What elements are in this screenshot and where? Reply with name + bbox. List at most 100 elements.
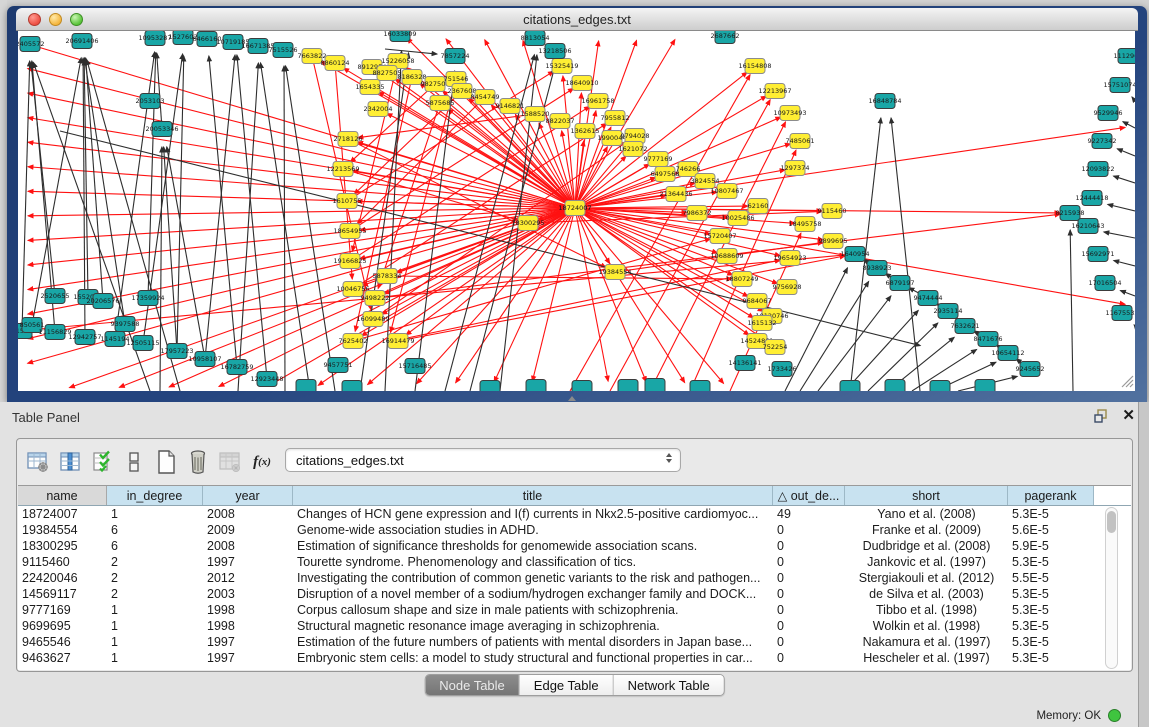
window-titlebar[interactable]: citations_edges.txt [16, 8, 1138, 31]
graph-edge-selected[interactable] [28, 208, 575, 265]
column-header-out_de[interactable]: △ out_de... [773, 486, 845, 505]
graph-node[interactable] [296, 380, 316, 392]
cell-pagerank[interactable]: 5.3E-5 [1008, 506, 1094, 522]
table-row[interactable]: 1872400712008Changes of HCN gene express… [18, 506, 1131, 522]
network-canvas[interactable]: 1872400776638228860124891295415226058882… [18, 31, 1135, 391]
graph-node[interactable] [572, 381, 592, 392]
cell-pagerank[interactable]: 5.6E-5 [1008, 522, 1094, 538]
graph-edge[interactable] [286, 66, 335, 391]
graph-edge[interactable] [1120, 291, 1135, 296]
cell-out_de[interactable]: 0 [773, 570, 845, 586]
column-header-short[interactable]: short [845, 486, 1008, 505]
graph-node[interactable] [930, 381, 950, 392]
cell-short[interactable]: Franke et al. (2009) [845, 522, 1008, 538]
cell-year[interactable]: 2008 [203, 506, 293, 522]
cell-pagerank[interactable]: 5.3E-5 [1008, 586, 1094, 602]
cell-in_degree[interactable]: 2 [107, 586, 203, 602]
cell-short[interactable]: Stergiakouli et al. (2012) [845, 570, 1008, 586]
cell-short[interactable]: Nakamura et al. (1997) [845, 634, 1008, 650]
cell-out_de[interactable]: 0 [773, 522, 845, 538]
new-table-icon[interactable] [151, 447, 181, 477]
cell-out_de[interactable]: 0 [773, 602, 845, 618]
cell-year[interactable]: 2012 [203, 570, 293, 586]
graph-edge-selected[interactable] [494, 208, 575, 382]
graph-node[interactable] [840, 381, 860, 392]
graph-edge[interactable] [157, 53, 162, 129]
splitter-handle-icon[interactable] [568, 396, 576, 401]
column-header-year[interactable]: year [203, 486, 293, 505]
graph-edge[interactable] [1114, 260, 1135, 266]
graph-edge[interactable] [800, 281, 869, 391]
graph-edge[interactable] [845, 310, 918, 391]
cell-short[interactable]: Jankovic et al. (1997) [845, 554, 1008, 570]
cell-name[interactable]: 18724007 [18, 506, 107, 522]
cell-title[interactable]: Estimation of the future numbers of pati… [293, 634, 773, 650]
function-builder-icon[interactable]: f(x) [247, 447, 277, 477]
table-row[interactable]: 1830029562008Estimation of significance … [18, 538, 1131, 554]
table-row[interactable]: 911546021997Tourette syndrome. Phenomeno… [18, 554, 1131, 570]
column-header-name[interactable]: name [18, 486, 107, 505]
graph-edge-selected[interactable] [387, 276, 732, 279]
cell-pagerank[interactable]: 5.9E-5 [1008, 538, 1094, 554]
cell-pagerank[interactable]: 5.3E-5 [1008, 554, 1094, 570]
cell-title[interactable]: Structural magnetic resonance image aver… [293, 618, 773, 634]
table-row[interactable]: 946362711997Embryonic stem cells: a mode… [18, 650, 1131, 666]
graph-edge[interactable] [1134, 325, 1135, 326]
cell-in_degree[interactable]: 1 [107, 650, 203, 666]
table-scrollbar[interactable] [1105, 507, 1118, 669]
cell-title[interactable]: Genome-wide association studies in ADHD. [293, 522, 773, 538]
cell-title[interactable]: Embryonic stem cells: a model to study s… [293, 650, 773, 666]
cell-title[interactable]: Changes of HCN gene expression and I(f) … [293, 506, 773, 522]
graph-edge[interactable] [1114, 176, 1135, 183]
column-settings-icon[interactable] [55, 447, 85, 477]
graph-edge[interactable] [1104, 232, 1135, 238]
cell-short[interactable]: Tibbo et al. (1998) [845, 602, 1008, 618]
graph-edge[interactable] [1117, 149, 1135, 156]
cell-name[interactable]: 9777169 [18, 602, 107, 618]
graph-node[interactable] [690, 381, 710, 392]
graph-edge[interactable] [22, 61, 30, 331]
cell-in_degree[interactable]: 1 [107, 634, 203, 650]
resize-grip[interactable] [1122, 376, 1133, 387]
cell-pagerank[interactable]: 5.5E-5 [1008, 570, 1094, 586]
graph-node[interactable] [975, 380, 995, 392]
cell-short[interactable]: de Silva et al. (2003) [845, 586, 1008, 602]
cell-name[interactable]: 14569117 [18, 586, 107, 602]
cell-name[interactable]: 18300295 [18, 538, 107, 554]
table-row[interactable]: 2242004622012Investigating the contribut… [18, 570, 1131, 586]
cell-name[interactable]: 22420046 [18, 570, 107, 586]
cell-year[interactable]: 1997 [203, 554, 293, 570]
graph-node[interactable] [526, 380, 546, 392]
close-panel-icon[interactable]: ✕ [1122, 406, 1135, 424]
cell-title[interactable]: Disruption of a novel member of a sodium… [293, 586, 773, 602]
graph-edge[interactable] [1070, 230, 1073, 391]
cell-year[interactable]: 1998 [203, 618, 293, 634]
cell-year[interactable]: 2008 [203, 538, 293, 554]
cell-year[interactable]: 1998 [203, 602, 293, 618]
graph-node[interactable] [342, 381, 362, 392]
cell-pagerank[interactable]: 5.3E-5 [1008, 650, 1094, 666]
tab-network-table[interactable]: Network Table [614, 675, 724, 695]
cell-name[interactable]: 9465546 [18, 634, 107, 650]
graph-node[interactable] [645, 379, 665, 392]
graph-edge[interactable] [284, 66, 285, 391]
graph-edge-selected[interactable] [28, 44, 575, 208]
cell-short[interactable]: Dudbridge et al. (2008) [845, 538, 1008, 554]
cell-in_degree[interactable]: 2 [107, 554, 203, 570]
cell-out_de[interactable]: 49 [773, 506, 845, 522]
cell-pagerank[interactable]: 5.3E-5 [1008, 634, 1094, 650]
cell-year[interactable]: 1997 [203, 634, 293, 650]
cell-title[interactable]: Estimation of significance thresholds fo… [293, 538, 773, 554]
table-row[interactable]: 1938455462009Genome-wide association stu… [18, 522, 1131, 538]
cell-out_de[interactable]: 0 [773, 538, 845, 554]
cell-in_degree[interactable]: 1 [107, 602, 203, 618]
cell-out_de[interactable]: 0 [773, 634, 845, 650]
cell-name[interactable]: 9463627 [18, 650, 107, 666]
cell-short[interactable]: Wolkin et al. (1998) [845, 618, 1008, 634]
delete-table-icon[interactable] [183, 447, 213, 477]
tab-node-table[interactable]: Node Table [425, 675, 520, 695]
cell-year[interactable]: 1997 [203, 650, 293, 666]
graph-edge[interactable] [177, 56, 184, 351]
cell-out_de[interactable]: 0 [773, 554, 845, 570]
cell-out_de[interactable]: 0 [773, 650, 845, 666]
